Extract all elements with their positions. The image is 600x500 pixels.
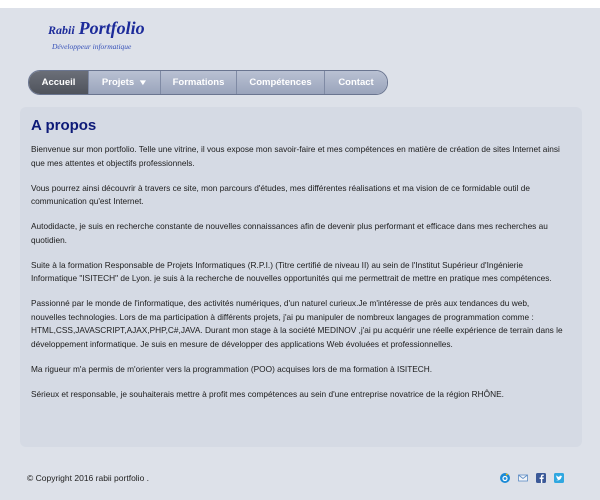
about-text: Bienvenue sur mon portfolio. Telle une v… [31, 143, 566, 413]
nav-label: Accueil [41, 77, 76, 88]
nav-item-contact[interactable]: Contact [325, 71, 387, 94]
nav-label: Formations [172, 77, 225, 88]
site-logo[interactable]: Rabii Portfolio [48, 19, 145, 38]
social-links [500, 473, 564, 483]
page: Rabii Portfolio Développeur informatique… [0, 0, 600, 500]
mail-icon[interactable] [518, 473, 528, 483]
copyright-text: © Copyright 2016 rabii portfolio . [27, 473, 150, 483]
paragraph: Passionné par le monde de l'informatique… [31, 298, 563, 349]
nav-item-projets[interactable]: Projets ▼ [89, 71, 161, 94]
twitter-icon[interactable] [554, 473, 564, 483]
main-nav: Accueil Projets ▼ Formations Compétences… [28, 70, 388, 95]
viadeo-icon[interactable] [500, 473, 510, 483]
facebook-icon[interactable] [536, 473, 546, 483]
caret-down-icon: ▼ [137, 78, 149, 87]
paragraph: Vous pourrez ainsi découvrir à travers c… [31, 182, 531, 207]
logo-portfolio: Portfolio [78, 18, 145, 38]
paragraph: Sérieux et responsable, je souhaiterais … [31, 388, 504, 399]
nav-label: Compétences [249, 77, 312, 88]
paragraph: Autodidacte, je suis en recherche consta… [31, 221, 548, 245]
nav-item-formations[interactable]: Formations [161, 71, 237, 94]
nav-label: Contact [338, 77, 374, 88]
nav-item-competences[interactable]: Compétences [237, 71, 325, 94]
paragraph: Ma rigueur m'a permis de m'orienter vers… [31, 363, 433, 374]
nav-item-accueil[interactable]: Accueil [29, 71, 89, 94]
paragraph: Bienvenue sur mon portfolio. Telle une v… [31, 144, 560, 168]
logo-subtitle: Développeur informatique [52, 42, 132, 51]
paragraph: Suite à la formation Responsable de Proj… [31, 259, 552, 284]
nav-label: Projets [101, 77, 135, 88]
page-title: A propos [31, 117, 97, 134]
logo-first-name: Rabii [48, 23, 75, 37]
site-header: Rabii Portfolio Développeur informatique [0, 8, 600, 58]
